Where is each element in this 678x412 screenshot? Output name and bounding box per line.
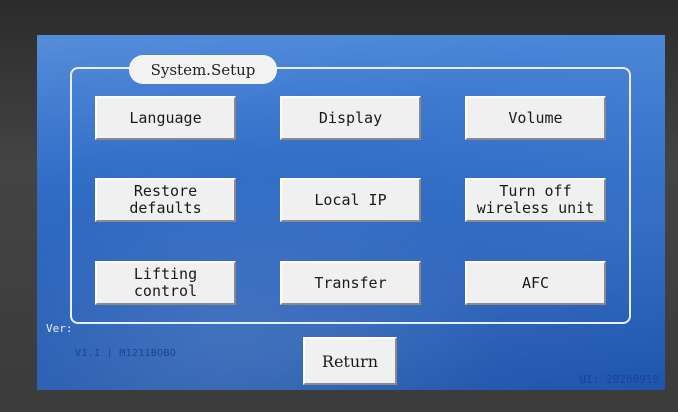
- local-ip-button-label: Local IP: [314, 190, 387, 209]
- return-button[interactable]: Return: [303, 337, 397, 385]
- volume-button-label: Volume: [508, 108, 563, 127]
- afc-button-label: AFC: [521, 273, 550, 292]
- language-button-label: Language: [129, 108, 202, 127]
- transfer-button[interactable]: Transfer: [280, 261, 421, 305]
- language-button[interactable]: Language: [95, 96, 236, 140]
- touch-screen: System.Setup Language Display Volume Res…: [37, 35, 665, 390]
- restore-defaults-button-label: Restore defaults: [129, 182, 202, 217]
- ui-version: UI: 20200910: [579, 373, 659, 386]
- transfer-button-label: Transfer: [314, 273, 387, 292]
- lifting-control-button-label: Lifting control: [133, 265, 198, 300]
- display-button-label: Display: [318, 108, 383, 127]
- local-ip-button[interactable]: Local IP: [280, 178, 421, 222]
- afc-button[interactable]: AFC: [465, 261, 606, 305]
- lifting-control-button[interactable]: Lifting control: [95, 261, 236, 305]
- panel-title: System.Setup: [129, 55, 277, 84]
- device-bezel: System.Setup Language Display Volume Res…: [0, 0, 678, 412]
- version-label: Ver:: [46, 322, 73, 335]
- turn-off-wireless-button-label: Turn off wireless unit: [476, 182, 595, 217]
- version-value: V1.1 | M1211BOBO: [75, 348, 177, 359]
- turn-off-wireless-button[interactable]: Turn off wireless unit: [465, 178, 606, 222]
- restore-defaults-button[interactable]: Restore defaults: [95, 178, 236, 222]
- volume-button[interactable]: Volume: [465, 96, 606, 140]
- display-button[interactable]: Display: [280, 96, 421, 140]
